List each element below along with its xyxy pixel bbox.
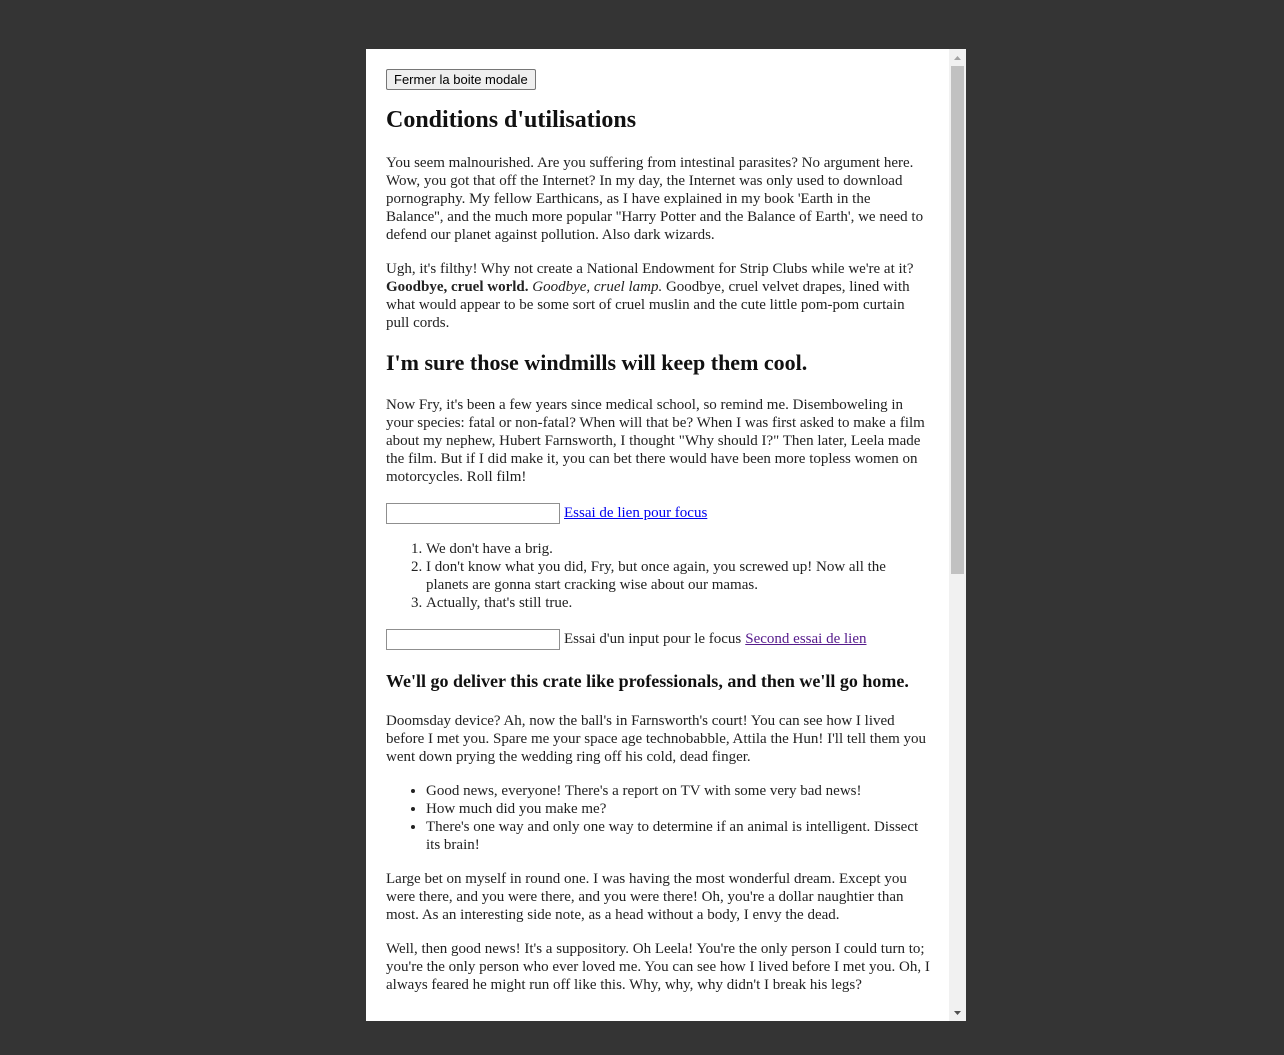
section-heading-windmills: I'm sure those windmills will keep them … [386, 350, 808, 375]
triangle-up-icon [954, 55, 961, 60]
focus-input-2[interactable] [386, 628, 560, 650]
paragraph-1: You seem malnourished. Are you suffering… [386, 155, 924, 243]
section-heading-crate: We'll go deliver this crate like profess… [386, 671, 909, 691]
paragraph-6: Well, then good news! It's a suppository… [386, 941, 930, 993]
paragraph-4: Doomsday device? Ah, now the ball's in F… [386, 713, 927, 765]
triangle-down-icon [954, 1010, 961, 1015]
unordered-list: Good news, everyone! There's a report on… [386, 782, 930, 854]
scrollbar-thumb[interactable] [951, 66, 964, 574]
focus-input-label: Essai d'un input pour le focus [564, 631, 742, 647]
list-item: I don't know what you did, Fry, but once… [426, 558, 930, 594]
paragraph-2-start: Ugh, it's filthy! Why not create a Natio… [386, 261, 914, 277]
modal-title: Conditions d'utilisations [386, 107, 637, 133]
ordered-list: We don't have a brig. I don't know what … [386, 540, 930, 612]
scroll-down-button[interactable] [949, 1004, 966, 1021]
paragraph-3: Now Fry, it's been a few years since med… [386, 397, 925, 485]
focus-row-2: Essai d'un input pour le focus Second es… [386, 628, 930, 650]
modal-dialog: Fermer la boite modale Conditions d'util… [366, 49, 966, 1021]
paragraph-2: Ugh, it's filthy! Why not create a Natio… [386, 260, 930, 332]
paragraph-2-italic: Goodbye, cruel lamp. [532, 279, 663, 295]
list-item: Good news, everyone! There's a report on… [426, 782, 930, 800]
paragraph-2-bold: Goodbye, cruel world. [386, 279, 529, 295]
focus-input-1[interactable] [386, 502, 560, 524]
focus-link-1[interactable]: Essai de lien pour focus [564, 504, 707, 522]
focus-link-2[interactable]: Second essai de lien [745, 630, 866, 648]
list-item: How much did you make me? [426, 800, 930, 818]
scroll-up-button[interactable] [949, 49, 966, 66]
list-item: There's one way and only one way to dete… [426, 818, 930, 854]
list-item: Actually, that's still true. [426, 594, 930, 612]
list-item: We don't have a brig. [426, 540, 930, 558]
focus-row-1: Essai de lien pour focus [386, 502, 930, 524]
close-modal-button[interactable]: Fermer la boite modale [386, 69, 536, 90]
modal-content: Fermer la boite modale Conditions d'util… [386, 69, 930, 1010]
modal-scrollbar[interactable] [949, 49, 966, 1021]
paragraph-5: Large bet on myself in round one. I was … [386, 871, 907, 923]
